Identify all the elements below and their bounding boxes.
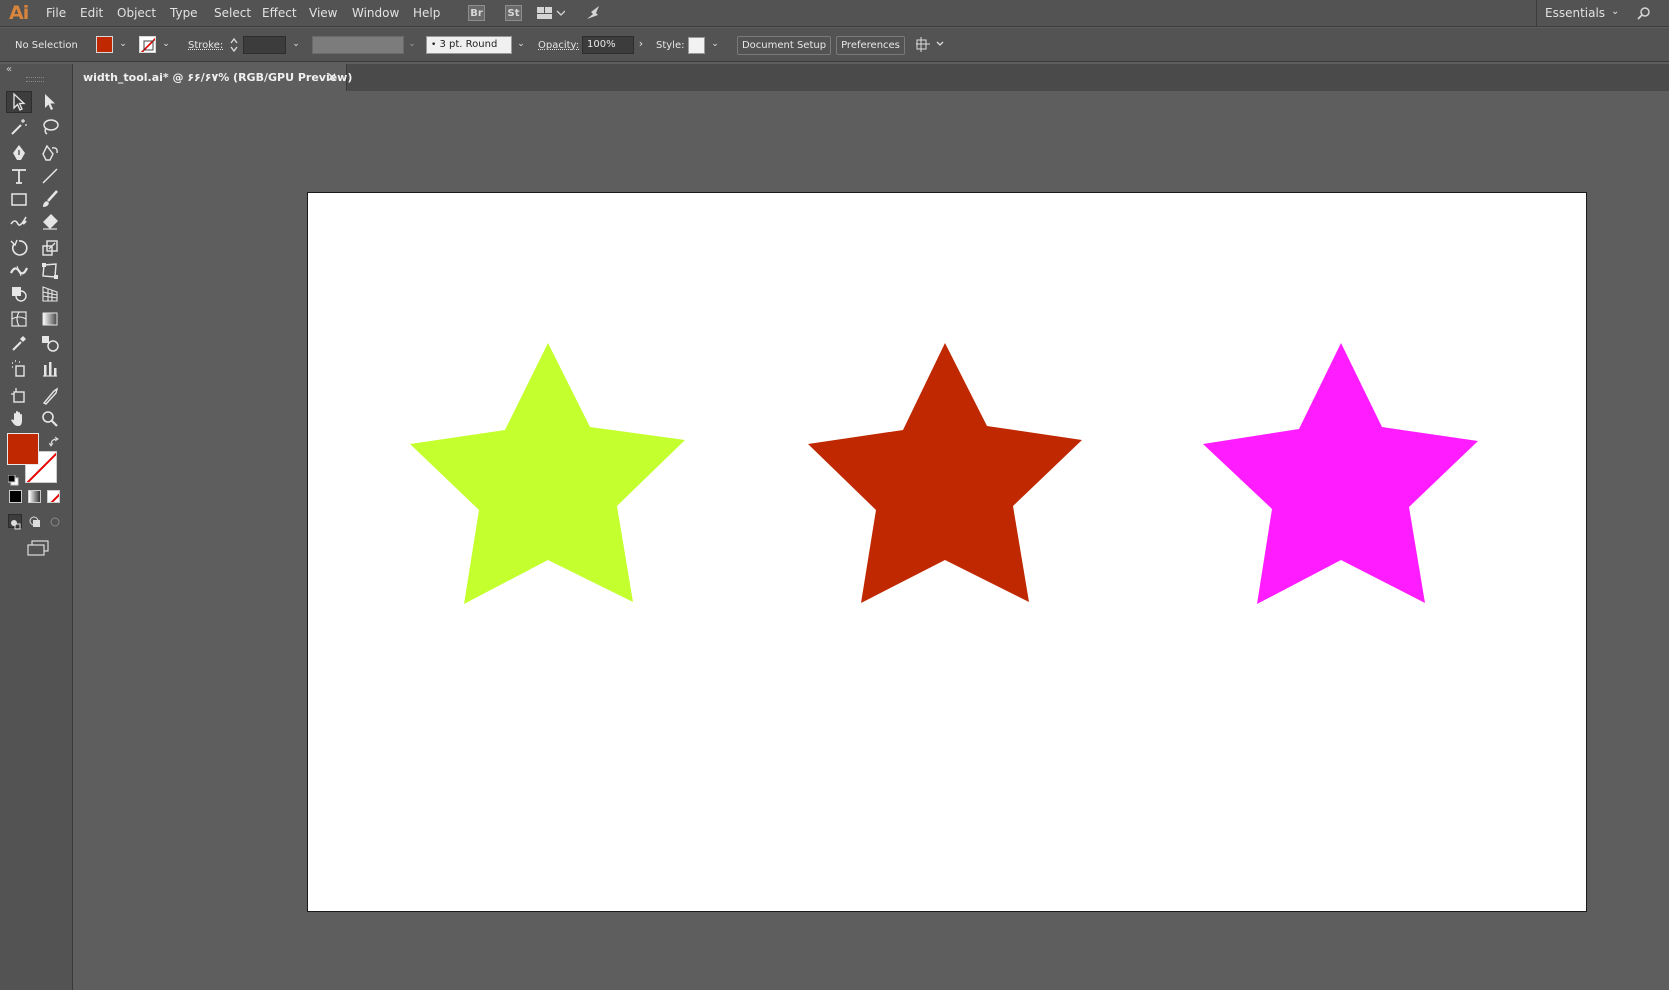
menu-bar: Ai File Edit Object Type Select Effect V… xyxy=(0,0,1669,27)
menu-type[interactable]: Type xyxy=(170,6,198,20)
panel-grip[interactable] xyxy=(26,77,44,82)
free-transform-tool-icon[interactable] xyxy=(37,260,63,282)
type-tool-icon[interactable] xyxy=(6,165,32,187)
zoom-tool-icon[interactable] xyxy=(37,408,63,430)
app-logo: Ai xyxy=(9,2,29,24)
preferences-button[interactable]: Preferences xyxy=(836,36,905,55)
perspective-grid-tool-icon[interactable] xyxy=(37,283,63,305)
stroke-label: Stroke: xyxy=(188,40,224,51)
curvature-tool-icon[interactable] xyxy=(37,142,63,164)
opacity-input[interactable]: 100% xyxy=(582,36,634,54)
selection-status: No Selection xyxy=(15,40,78,51)
panel-collapse-icon[interactable]: « xyxy=(6,64,12,75)
blend-tool-icon[interactable] xyxy=(37,332,63,354)
scale-tool-icon[interactable] xyxy=(37,237,63,259)
stroke-swatch[interactable] xyxy=(139,36,156,53)
star-magenta[interactable] xyxy=(1203,343,1478,604)
rotate-tool-icon[interactable] xyxy=(6,237,32,259)
document-tab-title: width_tool.ai* @ ۶۶/۶۷% (RGB/GPU Preview… xyxy=(83,71,353,84)
graphic-style-swatch[interactable] xyxy=(688,37,705,54)
gpu-performance-icon[interactable] xyxy=(585,5,603,25)
menu-help[interactable]: Help xyxy=(413,6,440,20)
variable-width-profile[interactable] xyxy=(312,36,404,54)
fill-swatch[interactable] xyxy=(96,36,113,53)
draw-normal-icon[interactable] xyxy=(8,514,22,530)
star-red[interactable] xyxy=(808,343,1082,603)
workspace-switcher[interactable]: Essentials ⌄ xyxy=(1536,0,1627,27)
mesh-tool-icon[interactable] xyxy=(6,308,32,330)
stroke-weight-stepper[interactable] xyxy=(229,36,239,54)
rectangle-tool-icon[interactable] xyxy=(6,188,32,210)
menu-edit[interactable]: Edit xyxy=(80,6,103,20)
chevron-down-icon[interactable]: ⌄ xyxy=(291,38,301,50)
chevron-down-icon[interactable]: ⌄ xyxy=(161,38,171,50)
menu-window[interactable]: Window xyxy=(352,6,399,20)
default-fill-stroke-icon[interactable] xyxy=(7,471,19,490)
shaper-tool-icon[interactable] xyxy=(6,211,32,233)
swap-fill-stroke-icon[interactable] xyxy=(48,433,61,452)
tools-panel: « xyxy=(0,64,73,990)
draw-inside-icon[interactable] xyxy=(48,514,62,533)
symbol-sprayer-tool-icon[interactable] xyxy=(6,358,32,380)
chevron-right-icon[interactable]: › xyxy=(636,38,646,50)
pen-tool-icon[interactable] xyxy=(6,142,32,164)
column-graph-tool-icon[interactable] xyxy=(37,358,63,380)
close-icon[interactable]: × xyxy=(327,70,337,84)
change-screen-mode-icon[interactable] xyxy=(26,539,50,561)
menu-select[interactable]: Select xyxy=(214,6,251,20)
chevron-down-icon: ⌄ xyxy=(408,39,416,49)
bridge-button[interactable]: Br xyxy=(468,5,485,21)
document-tab[interactable]: width_tool.ai* @ ۶۶/۶۷% (RGB/GPU Preview… xyxy=(73,64,352,91)
hand-tool-icon[interactable] xyxy=(6,408,32,430)
brush-label: 3 pt. Round xyxy=(439,39,498,50)
document-tab-row: width_tool.ai* @ ۶۶/۶۷% (RGB/GPU Preview… xyxy=(73,64,1669,91)
control-bar: No Selection ⌄ ⌄ Stroke: ⌄ ⌄ • 3 pt. Rou… xyxy=(0,28,1669,62)
lasso-tool-icon[interactable] xyxy=(37,116,63,138)
stock-button[interactable]: St xyxy=(505,5,522,21)
color-mode-icon[interactable] xyxy=(9,490,22,503)
selection-tool-icon[interactable] xyxy=(6,91,32,113)
shape-builder-tool-icon[interactable] xyxy=(6,283,32,305)
menu-file[interactable]: File xyxy=(46,6,66,20)
document-setup-button[interactable]: Document Setup xyxy=(737,36,831,55)
artboard[interactable] xyxy=(307,192,1587,912)
menu-object[interactable]: Object xyxy=(117,6,156,20)
stroke-weight-input[interactable] xyxy=(243,36,286,54)
menu-effect[interactable]: Effect xyxy=(262,6,297,20)
opacity-label: Opacity: xyxy=(538,40,580,51)
workspace-label: Essentials xyxy=(1545,6,1606,20)
none-mode-icon[interactable] xyxy=(47,490,60,503)
line-segment-tool-icon[interactable] xyxy=(37,165,63,187)
chevron-down-icon[interactable]: ⌄ xyxy=(118,38,128,50)
direct-selection-tool-icon[interactable] xyxy=(37,91,63,113)
style-label: Style: xyxy=(656,40,685,51)
search-icon[interactable] xyxy=(1636,6,1656,26)
brush-definition[interactable]: • 3 pt. Round xyxy=(426,36,512,54)
arrange-documents-icon[interactable] xyxy=(537,6,566,25)
width-tool-icon[interactable] xyxy=(6,260,32,282)
menu-view[interactable]: View xyxy=(309,6,337,20)
slice-tool-icon[interactable] xyxy=(37,385,63,407)
chevron-down-icon[interactable]: ⌄ xyxy=(710,38,720,50)
chevron-down-icon: ⌄ xyxy=(1611,6,1620,17)
star-yellow-green[interactable] xyxy=(410,343,685,604)
paintbrush-tool-icon[interactable] xyxy=(37,188,63,210)
eyedropper-tool-icon[interactable] xyxy=(6,332,32,354)
draw-behind-icon[interactable] xyxy=(28,514,42,533)
artboard-tool-icon[interactable] xyxy=(6,385,32,407)
magic-wand-tool-icon[interactable] xyxy=(6,116,32,138)
arrange-icon[interactable] xyxy=(915,36,947,58)
chevron-down-icon[interactable]: ⌄ xyxy=(516,38,526,50)
eraser-tool-icon[interactable] xyxy=(37,211,63,233)
fill-color-box[interactable] xyxy=(7,433,39,465)
gradient-mode-icon[interactable] xyxy=(28,490,41,503)
gradient-tool-icon[interactable] xyxy=(37,308,63,330)
